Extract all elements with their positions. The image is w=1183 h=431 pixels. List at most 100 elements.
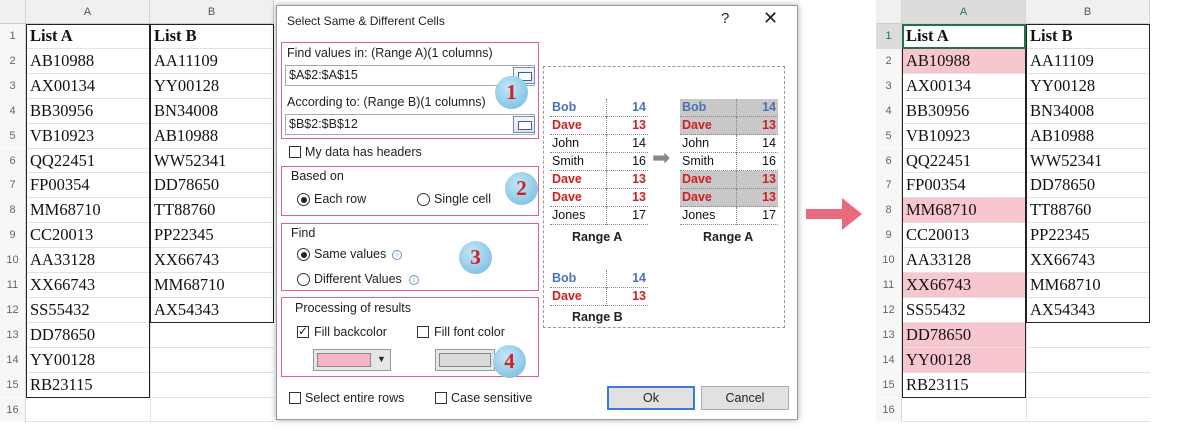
select-entire-rows-checkbox[interactable] [289,392,301,404]
preview-row: Bob 14 [680,99,778,117]
divider [606,117,607,135]
each-row-label: Each row [314,192,367,206]
preview-name: Dave [552,289,582,303]
headers-checkbox[interactable] [289,146,301,158]
row-number: 5 [876,123,902,149]
preview-value: 13 [762,118,776,132]
fill-font-color-checkbox[interactable] [417,326,429,338]
step-badge-1: 1 [495,76,528,109]
preview-name: Dave [682,172,712,186]
row-number: 9 [0,223,26,249]
same-values-info-icon[interactable]: i [392,250,402,260]
preview-name: Dave [682,118,712,132]
data-border-a [26,24,150,398]
preview-name: Bob [552,271,577,285]
chevron-down-icon[interactable]: ▼ [377,354,386,364]
preview-row: Dave 13 [550,288,648,306]
same-values-radio[interactable] [297,248,310,261]
step-badge-2: 2 [505,172,538,205]
different-values-radio[interactable] [297,273,310,286]
preview-name: Dave [552,172,582,186]
preview-name: Bob [552,100,577,114]
cancel-button[interactable]: Cancel [701,386,789,410]
divider [736,207,737,225]
preview-row: John 14 [680,135,778,153]
column-header-b: B [150,0,274,24]
close-icon[interactable]: ✕ [763,8,778,29]
caption-range-b: Range B [572,310,623,324]
preview-name: Smith [682,154,714,168]
divider [606,207,607,225]
preview-value: 13 [632,190,646,204]
preview-value: 16 [762,154,776,168]
step-badge-4: 4 [493,345,526,378]
preview-row: Dave 13 [680,189,778,207]
active-cell [902,24,1026,49]
fill-backcolor-checkbox[interactable] [297,324,309,338]
row-number: 14 [876,347,902,373]
preview-row: Dave 13 [550,189,648,207]
preview-row: Dave 13 [550,117,648,135]
help-button[interactable]: ? [721,10,729,27]
divider [606,171,607,189]
processing-label: Processing of results [295,301,412,315]
preview-name: Dave [552,190,582,204]
divider [736,99,737,117]
row-number: 4 [876,98,902,124]
divider [736,171,737,189]
fill-font-color-label: Fill font color [434,325,505,339]
left-spreadsheet: A B 1 2 3 4 5 6 7 8 9 10 11 12 13 14 15 16 List A AB10988 AX… [0,0,276,431]
case-sensitive-checkbox[interactable] [435,392,447,404]
row-number: 16 [876,397,902,423]
result-arrow-icon [806,194,864,234]
caption-range-a-result: Range A [703,230,754,244]
row-number: 2 [0,48,26,74]
row-number: 8 [876,198,902,224]
preview-arrow-icon: ➡ [652,145,671,170]
divider [606,153,607,171]
row-number: 15 [0,372,26,398]
row-number: 15 [876,372,902,398]
data-border-b [1026,24,1150,323]
preview-row: Smith 16 [680,153,778,171]
single-cell-radio[interactable] [417,193,430,206]
row-number: 10 [876,248,902,273]
divider [606,135,607,153]
each-row-radio[interactable] [297,193,310,206]
preview-name: Dave [682,190,712,204]
corner-cell [0,0,26,24]
preview-value: 13 [632,118,646,132]
divider [606,189,607,207]
preview-name: John [682,136,710,150]
divider [736,153,737,171]
preview-name: Jones [682,208,716,222]
preview-name: Dave [552,118,582,132]
preview-value: 16 [632,154,646,168]
preview-value: 14 [632,136,646,150]
row-number: 3 [876,73,902,99]
divider [606,99,607,117]
divider [606,270,607,288]
divider [736,117,737,135]
range-select-b-icon[interactable] [513,116,535,133]
column-header-a: A [902,0,1026,24]
divider [606,288,607,306]
preview-row: Dave 13 [550,171,648,189]
column-header-b: B [1026,0,1150,24]
preview-value: 17 [762,208,776,222]
preview-value: 13 [632,289,646,303]
preview-row: John 14 [550,135,648,153]
row-number: 5 [0,123,26,149]
preview-name: Jones [552,208,586,222]
row-number: 1 [0,24,26,49]
divider [736,135,737,153]
row-number: 6 [0,148,26,174]
preview-row: Bob 14 [550,270,648,288]
corner-cell [876,0,902,24]
headers-label: My data has headers [305,145,422,159]
according-input[interactable]: $B$2:$B$12 [285,114,535,135]
same-values-label: Same values [314,247,387,261]
ok-button[interactable]: Ok [607,386,695,410]
preview-value: 14 [632,100,646,114]
different-values-info-icon[interactable]: i [409,275,419,285]
